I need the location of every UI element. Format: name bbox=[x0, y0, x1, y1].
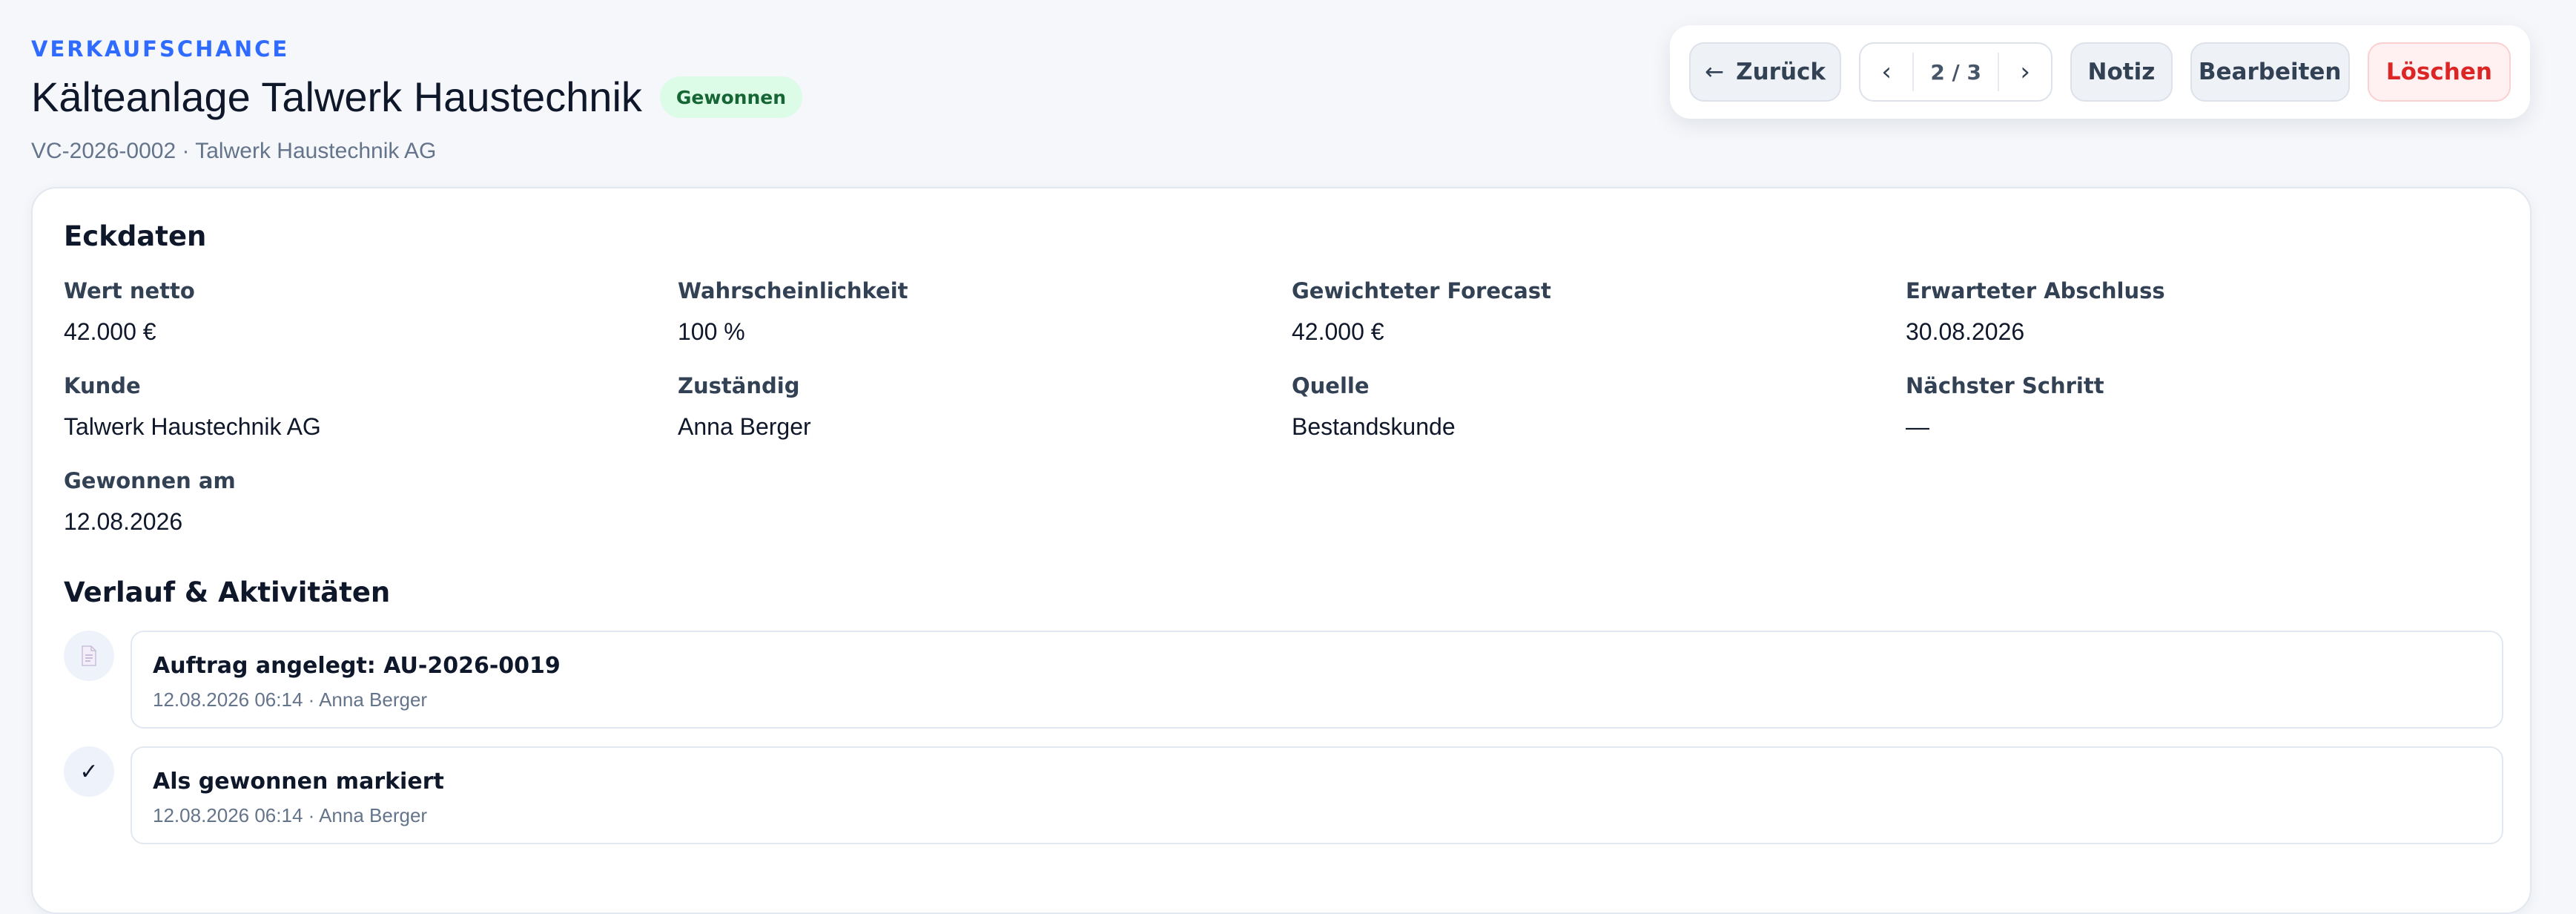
activity-card: Auftrag angelegt: AU-2026-0019 12.08.202… bbox=[131, 631, 2503, 729]
key-facts-heading: Eckdaten bbox=[64, 220, 207, 252]
fact-value: Anna Berger bbox=[678, 413, 811, 440]
fact-owner: Zuständig Anna Berger bbox=[678, 371, 1292, 466]
page-header: VERKAUFSCHANCE Kälteanlage Talwerk Haust… bbox=[31, 33, 803, 166]
back-button[interactable]: ← Zurück bbox=[1689, 42, 1842, 102]
fact-expected-close: Erwarteter Abschluss 30.08.2026 bbox=[1906, 276, 2499, 371]
fact-value: Bestandskunde bbox=[1292, 413, 1456, 440]
fact-value: 12.08.2026 bbox=[64, 508, 183, 535]
edit-button[interactable]: Bearbeiten bbox=[2190, 42, 2350, 102]
delete-button[interactable]: Löschen bbox=[2367, 42, 2511, 102]
checkmark-icon: ✓ bbox=[64, 746, 114, 797]
fact-customer: Kunde Talwerk Haustechnik AG bbox=[64, 371, 678, 466]
fact-source: Quelle Bestandskunde bbox=[1292, 371, 1906, 466]
page-subtitle: VC-2026-0002 · Talwerk Haustechnik AG bbox=[31, 139, 437, 163]
fact-value: Talwerk Haustechnik AG bbox=[64, 413, 321, 440]
title-row: Kälteanlage Talwerk Haustechnik Gewonnen bbox=[31, 71, 803, 123]
activity-item: Auftrag angelegt: AU-2026-0019 12.08.202… bbox=[64, 631, 2503, 729]
fact-label: Wahrscheinlichkeit bbox=[678, 278, 908, 303]
back-button-label: Zurück bbox=[1736, 59, 1826, 85]
activity-heading: Verlauf & Aktivitäten bbox=[64, 576, 391, 608]
fact-net-value: Wert netto 42.000 € bbox=[64, 276, 678, 371]
arrow-left-icon: ← bbox=[1705, 59, 1725, 85]
note-button[interactable]: Notiz bbox=[2070, 42, 2173, 102]
fact-probability: Wahrscheinlichkeit 100 % bbox=[678, 276, 1292, 371]
activity-meta: 12.08.2026 06:14 · Anna Berger bbox=[153, 804, 428, 826]
fact-value: 30.08.2026 bbox=[1906, 318, 2025, 345]
fact-weighted-forecast: Gewichteter Forecast 42.000 € bbox=[1292, 276, 1906, 371]
activity-title: Als gewonnen markiert bbox=[153, 769, 444, 795]
fact-label: Quelle bbox=[1292, 373, 1370, 398]
fact-label: Kunde bbox=[64, 373, 141, 398]
action-toolbar: ← Zurück ‹ 2 / 3 › Notiz Bearbeiten Lösc… bbox=[1670, 25, 2530, 119]
record-pager: ‹ 2 / 3 › bbox=[1859, 42, 2053, 102]
activity-timeline: Auftrag angelegt: AU-2026-0019 12.08.202… bbox=[64, 631, 2503, 862]
fact-label: Gewichteter Forecast bbox=[1292, 278, 1551, 303]
fact-won-date: Gewonnen am 12.08.2026 bbox=[64, 466, 678, 561]
fact-label: Nächster Schritt bbox=[1906, 373, 2104, 398]
fact-label: Wert netto bbox=[64, 278, 195, 303]
fact-value: 100 % bbox=[678, 318, 745, 345]
key-facts-grid: Wert netto 42.000 € Wahrscheinlichkeit 1… bbox=[64, 276, 2511, 561]
fact-next-step: Nächster Schritt — bbox=[1906, 371, 2499, 466]
document-icon bbox=[64, 631, 114, 681]
record-position: 2 / 3 bbox=[1912, 53, 2000, 91]
activity-item: ✓ Als gewonnen markiert 12.08.2026 06:14… bbox=[64, 746, 2503, 844]
activity-title: Auftrag angelegt: AU-2026-0019 bbox=[153, 653, 561, 679]
previous-record-button[interactable]: ‹ bbox=[1860, 44, 1912, 100]
details-card: Eckdaten Wert netto 42.000 € Wahrscheinl… bbox=[31, 187, 2532, 914]
fact-label: Gewonnen am bbox=[64, 468, 236, 493]
next-record-button[interactable]: › bbox=[1999, 44, 2051, 100]
activity-meta: 12.08.2026 06:14 · Anna Berger bbox=[153, 688, 428, 711]
fact-label: Zuständig bbox=[678, 373, 800, 398]
fact-value: 42.000 € bbox=[64, 318, 156, 345]
fact-value: — bbox=[1906, 413, 1929, 440]
activity-card: Als gewonnen markiert 12.08.2026 06:14 ·… bbox=[131, 746, 2503, 844]
page-kicker: VERKAUFSCHANCE bbox=[31, 36, 290, 62]
status-badge: Gewonnen bbox=[659, 76, 803, 118]
fact-value: 42.000 € bbox=[1292, 318, 1384, 345]
fact-label: Erwarteter Abschluss bbox=[1906, 278, 2165, 303]
page-title: Kälteanlage Talwerk Haustechnik bbox=[31, 73, 642, 120]
